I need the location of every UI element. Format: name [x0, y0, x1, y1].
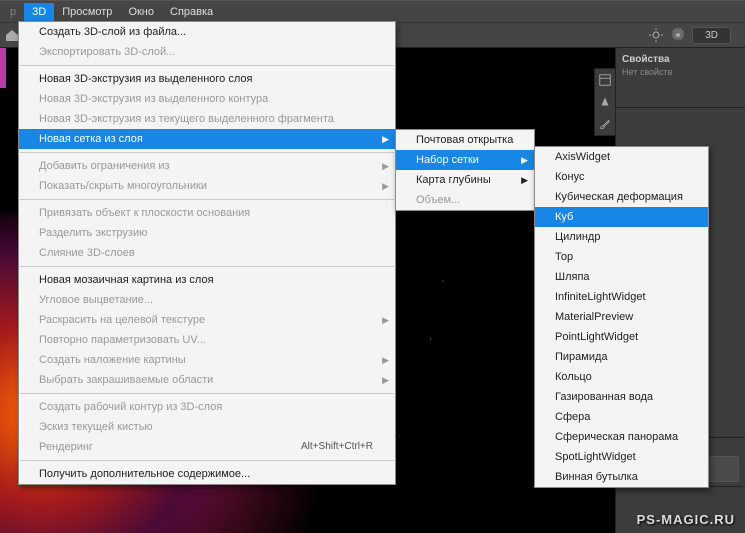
- menu-item[interactable]: Кольцо: [535, 367, 708, 387]
- menubar-item-3d[interactable]: 3D: [24, 3, 54, 21]
- menu-item: Новая 3D-экструзия из текущего выделенно…: [19, 109, 395, 129]
- menu-item[interactable]: Тор: [535, 247, 708, 267]
- menu-item: Показать/скрыть многоугольники▶: [19, 176, 395, 196]
- submenu-arrow-icon: ▶: [382, 179, 389, 193]
- menu-item[interactable]: Новая сетка из слоя▶: [19, 129, 395, 149]
- menu-separator: [20, 266, 394, 267]
- submenu-arrow-icon: ▶: [382, 313, 389, 327]
- menu-new-mesh-from-layer[interactable]: Почтовая открыткаНабор сетки▶Карта глуби…: [395, 129, 535, 211]
- menu-item[interactable]: Пирамида: [535, 347, 708, 367]
- menu-item[interactable]: MaterialPreview: [535, 307, 708, 327]
- menu-item[interactable]: Новая мозаичная картина из слоя: [19, 270, 395, 290]
- menubar-item-p[interactable]: p: [2, 3, 24, 21]
- menubar: p 3D Просмотр Окно Справка: [0, 0, 745, 22]
- menu-item[interactable]: Создать 3D-слой из файла...: [19, 22, 395, 42]
- panel-dock-strip: [594, 68, 616, 136]
- submenu-arrow-icon: ▶: [521, 153, 528, 167]
- menu-item[interactable]: Сфера: [535, 407, 708, 427]
- properties-panel: Свойства Нет свойств: [616, 48, 745, 108]
- brush-icon[interactable]: [598, 117, 612, 131]
- menu-item: Выбрать закрашиваемые области▶: [19, 370, 395, 390]
- menu-separator: [20, 65, 394, 66]
- mode-badge-3d[interactable]: 3D: [692, 27, 731, 44]
- menu-item[interactable]: AxisWidget: [535, 147, 708, 167]
- menu-separator: [20, 152, 394, 153]
- menu-item[interactable]: Цилиндр: [535, 227, 708, 247]
- menu-item[interactable]: Карта глубины▶: [396, 170, 534, 190]
- menu-item[interactable]: Набор сетки▶: [396, 150, 534, 170]
- menubar-item-view[interactable]: Просмотр: [54, 3, 120, 21]
- menu-mesh-preset[interactable]: AxisWidgetКонусКубическая деформацияКубЦ…: [534, 146, 709, 488]
- menu-item: Повторно параметризовать UV...: [19, 330, 395, 350]
- menu-item: РендерингAlt+Shift+Ctrl+R: [19, 437, 395, 457]
- gear-icon[interactable]: [670, 27, 686, 43]
- submenu-arrow-icon: ▶: [382, 353, 389, 367]
- menu-item: Разделить экструзию: [19, 223, 395, 243]
- menu-item: Привязать объект к плоскости основания: [19, 203, 395, 223]
- light-icon[interactable]: [648, 27, 664, 43]
- char-icon[interactable]: [598, 95, 612, 109]
- menu-separator: [20, 199, 394, 200]
- menu-item[interactable]: Винная бутылка: [535, 467, 708, 487]
- menu-item[interactable]: Кубическая деформация: [535, 187, 708, 207]
- canvas-ruler-strip: [0, 48, 6, 88]
- submenu-arrow-icon: ▶: [382, 373, 389, 387]
- properties-title: Свойства: [622, 52, 739, 67]
- menu-item: Объем...: [396, 190, 534, 210]
- menu-item[interactable]: SpotLightWidget: [535, 447, 708, 467]
- menu-3d[interactable]: Создать 3D-слой из файла...Экспортироват…: [18, 21, 396, 485]
- menu-item[interactable]: Шляпа: [535, 267, 708, 287]
- menu-item: Раскрасить на целевой текстуре▶: [19, 310, 395, 330]
- menu-item: Добавить ограничения из▶: [19, 156, 395, 176]
- history-icon[interactable]: [598, 73, 612, 87]
- menu-item: Слияние 3D-слоев: [19, 243, 395, 263]
- menu-separator: [20, 393, 394, 394]
- submenu-arrow-icon: ▶: [382, 132, 389, 146]
- menu-item[interactable]: PointLightWidget: [535, 327, 708, 347]
- menu-item[interactable]: Получить дополнительное содержимое...: [19, 464, 395, 484]
- menu-item[interactable]: Куб: [535, 207, 708, 227]
- submenu-arrow-icon: ▶: [521, 173, 528, 187]
- menu-item[interactable]: Новая 3D-экструзия из выделенного слоя: [19, 69, 395, 89]
- menu-item[interactable]: Конус: [535, 167, 708, 187]
- submenu-arrow-icon: ▶: [382, 159, 389, 173]
- watermark: PS-MAGIC.RU: [637, 512, 735, 527]
- menu-item: Новая 3D-экструзия из выделенного контур…: [19, 89, 395, 109]
- menu-item: Эскиз текущей кистью: [19, 417, 395, 437]
- properties-empty: Нет свойств: [622, 67, 739, 77]
- menu-separator: [20, 460, 394, 461]
- menu-item[interactable]: Сферическая панорама: [535, 427, 708, 447]
- menu-item: Угловое выцветание...: [19, 290, 395, 310]
- menu-item[interactable]: InfiniteLightWidget: [535, 287, 708, 307]
- menubar-item-help[interactable]: Справка: [162, 3, 221, 21]
- menu-item[interactable]: Почтовая открытка: [396, 130, 534, 150]
- menu-item: Создать наложение картины▶: [19, 350, 395, 370]
- menubar-item-window[interactable]: Окно: [120, 3, 162, 21]
- menu-item: Создать рабочий контур из 3D-слоя: [19, 397, 395, 417]
- menu-item: Экспортировать 3D-слой...: [19, 42, 395, 62]
- menu-item[interactable]: Газированная вода: [535, 387, 708, 407]
